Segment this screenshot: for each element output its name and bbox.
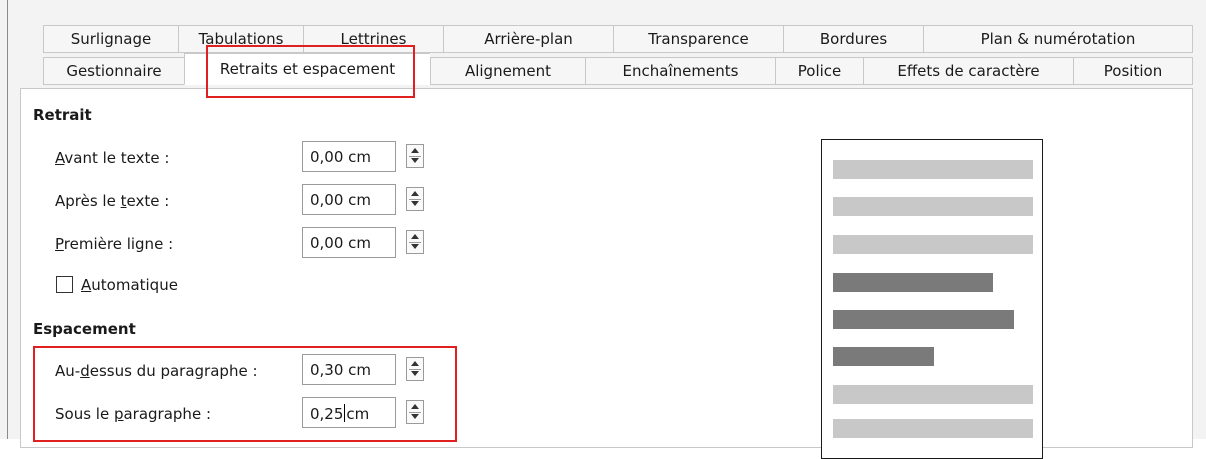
preview-line-current [833,273,993,292]
preview-line-before [833,197,1033,216]
spin-up-icon[interactable] [411,234,419,239]
spin-up-icon[interactable] [411,191,419,196]
spin-separator [409,242,421,243]
tab-plan-numerotation[interactable]: Plan & numérotation [923,25,1193,53]
spin-separator [409,199,421,200]
highlight-box-tab [206,45,415,98]
label-avant-le-texte: Avant le texte : [55,149,170,167]
label-apres-le-texte: Après le texte : [55,192,170,210]
automatique-checkbox[interactable] [56,276,73,293]
preview-line-current [833,347,934,366]
section-heading-retrait: Retrait [33,106,92,124]
apres-le-texte-field[interactable]: 0,00 cm [302,184,396,215]
spin-down-icon[interactable] [411,244,419,249]
spin-up-icon[interactable] [411,148,419,153]
tab-effets-caractere[interactable]: Effets de caractère [863,57,1073,85]
preview-line-before [833,235,1033,254]
preview-line-after [833,419,1033,438]
tab-transparence[interactable]: Transparence [613,25,783,53]
section-heading-espacement: Espacement [33,320,136,338]
premiere-ligne-field[interactable]: 0,00 cm [302,227,396,258]
preview-line-after [833,385,1033,404]
spin-buttons[interactable] [406,230,424,254]
tab-gestionnaire[interactable]: Gestionnaire [43,57,184,85]
spin-down-icon[interactable] [411,201,419,206]
preview-line-current [833,310,1014,329]
tab-position[interactable]: Position [1073,57,1193,85]
label-automatique[interactable]: Automatique [81,276,178,294]
spin-buttons[interactable] [406,187,424,211]
tab-police[interactable]: Police [775,57,863,85]
tab-alignement[interactable]: Alignement [430,57,585,85]
spin-separator [409,156,421,157]
tab-enchainements[interactable]: Enchaînements [585,57,775,85]
avant-le-texte-field[interactable]: 0,00 cm [302,141,396,172]
paragraph-preview [821,139,1043,459]
spin-down-icon[interactable] [411,158,419,163]
premiere-ligne-spinbox[interactable]: 0,00 cm [302,227,432,258]
highlight-box-espacement [33,346,457,442]
tab-surlignage[interactable]: Surlignage [43,25,178,53]
window-edge [7,0,8,439]
tab-arriere-plan[interactable]: Arrière-plan [443,25,613,53]
preview-line-before [833,160,1033,179]
label-premiere-ligne: Première ligne : [55,235,174,253]
avant-le-texte-spinbox[interactable]: 0,00 cm [302,141,432,172]
apres-le-texte-spinbox[interactable]: 0,00 cm [302,184,432,215]
spin-buttons[interactable] [406,144,424,168]
tab-bordures[interactable]: Bordures [783,25,923,53]
